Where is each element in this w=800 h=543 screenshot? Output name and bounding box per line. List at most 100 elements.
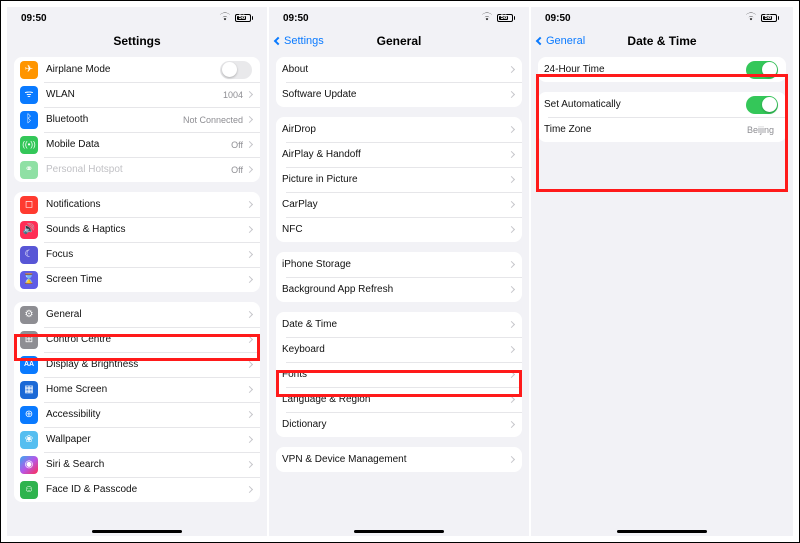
nav-header: Settings General [269,29,529,53]
back-label: Settings [284,35,324,47]
display-icon: AA [20,356,38,374]
back-label: General [546,35,585,47]
row-storage[interactable]: iPhone Storage [276,252,522,277]
row-airplay[interactable]: AirPlay & Handoff [276,142,522,167]
row-pip[interactable]: Picture in Picture [276,167,522,192]
controlcentre-icon: ⊞ [20,331,38,349]
chevron-right-icon [509,124,514,135]
row-keyboard[interactable]: Keyboard [276,337,522,362]
timezone-detail: Beijing [747,125,774,135]
back-button[interactable]: General [537,29,585,53]
row-nfc[interactable]: NFC [276,217,522,242]
page-title: General [377,34,422,48]
row-accessibility[interactable]: ⊕ Accessibility [14,402,260,427]
wifi-status-icon [481,12,493,24]
general-group-about: About Software Update [276,57,522,107]
airplane-switch[interactable] [220,61,252,79]
chevron-right-icon [247,224,252,235]
bluetooth-detail: Not Connected [183,115,243,125]
row-airplane-mode[interactable]: ✈ Airplane Mode [14,57,260,82]
accessibility-icon: ⊕ [20,406,38,424]
chevron-right-icon [509,454,514,465]
faceid-icon: ☺ [20,481,38,499]
row-bluetooth[interactable]: ᛒ Bluetooth Not Connected [14,107,260,132]
home-indicator[interactable] [92,530,182,533]
sounds-icon: 🔊 [20,221,38,239]
mobiledata-icon: ((•)) [20,136,38,154]
phone-screen-settings: 09:50 58 Settings ✈ Airplane Mode [7,7,269,536]
switch-24hour[interactable] [746,61,778,79]
status-bar: 09:50 58 [531,7,793,29]
row-display[interactable]: AA Display & Brightness [14,352,260,377]
general-content[interactable]: About Software Update AirDrop AirPlay & … [269,53,529,536]
row-about[interactable]: About [276,57,522,82]
chevron-right-icon [247,309,252,320]
row-wlan[interactable]: ᯤ WLAN 1004 [14,82,260,107]
nav-header: General Date & Time [531,29,793,53]
page-title: Date & Time [627,34,696,48]
datetime-group-auto: Set Automatically Time Zone Beijing [538,92,786,142]
chevron-right-icon [247,409,252,420]
wifi-status-icon [219,12,231,24]
row-home-screen[interactable]: ▦ Home Screen [14,377,260,402]
wifi-status-icon [745,12,757,24]
row-general[interactable]: ⚙ General [14,302,260,327]
datetime-group-24h: 24-Hour Time [538,57,786,82]
home-indicator[interactable] [354,530,444,533]
row-airdrop[interactable]: AirDrop [276,117,522,142]
nav-header: Settings [7,29,267,53]
row-sounds[interactable]: 🔊 Sounds & Haptics [14,217,260,242]
chevron-right-icon [247,249,252,260]
row-siri[interactable]: ◉ Siri & Search [14,452,260,477]
chevron-right-icon [247,114,252,125]
mobiledata-detail: Off [231,140,243,150]
screentime-icon: ⌛ [20,271,38,289]
datetime-content[interactable]: 24-Hour Time Set Automatically Time Zone… [531,53,793,536]
phone-screen-general: 09:50 58 Settings General About Software… [269,7,531,536]
row-wallpaper[interactable]: ❀ Wallpaper [14,427,260,452]
general-group-storage: iPhone Storage Background App Refresh [276,252,522,302]
row-set-automatically[interactable]: Set Automatically [538,92,786,117]
battery-status-icon: 58 [235,14,254,22]
chevron-right-icon [247,334,252,345]
row-language[interactable]: Language & Region [276,387,522,412]
settings-group-notify: ◻ Notifications 🔊 Sounds & Haptics ☾ Foc… [14,192,260,292]
switch-set-automatically[interactable] [746,96,778,114]
general-group-vpn: VPN & Device Management [276,447,522,472]
settings-group-connectivity: ✈ Airplane Mode ᯤ WLAN 1004 ᛒ Bluetooth … [14,57,260,182]
row-faceid[interactable]: ☺ Face ID & Passcode [14,477,260,502]
row-personal-hotspot: ⚭ Personal Hotspot Off [14,157,260,182]
status-time: 09:50 [545,13,571,24]
back-button[interactable]: Settings [275,29,324,53]
notifications-icon: ◻ [20,196,38,214]
row-screentime[interactable]: ⌛ Screen Time [14,267,260,292]
row-control-centre[interactable]: ⊞ Control Centre [14,327,260,352]
row-background-refresh[interactable]: Background App Refresh [276,277,522,302]
row-notifications[interactable]: ◻ Notifications [14,192,260,217]
row-fonts[interactable]: Fonts [276,362,522,387]
home-indicator[interactable] [617,530,707,533]
battery-status-icon: 58 [497,14,516,22]
settings-content[interactable]: ✈ Airplane Mode ᯤ WLAN 1004 ᛒ Bluetooth … [7,53,267,536]
row-dictionary[interactable]: Dictionary [276,412,522,437]
row-timezone[interactable]: Time Zone Beijing [538,117,786,142]
bluetooth-icon: ᛒ [20,111,38,129]
wifi-icon: ᯤ [20,86,38,104]
chevron-right-icon [509,284,514,295]
homescreen-icon: ▦ [20,381,38,399]
row-mobile-data[interactable]: ((•)) Mobile Data Off [14,132,260,157]
row-vpn[interactable]: VPN & Device Management [276,447,522,472]
row-date-time[interactable]: Date & Time [276,312,522,337]
focus-icon: ☾ [20,246,38,264]
phone-screen-date-time: 09:50 58 General Date & Time 24-Hour Tim… [531,7,793,536]
settings-group-general: ⚙ General ⊞ Control Centre AA Display & … [14,302,260,502]
row-24hour[interactable]: 24-Hour Time [538,57,786,82]
chevron-right-icon [247,139,252,150]
airplane-icon: ✈ [20,61,38,79]
battery-status-icon: 58 [761,14,780,22]
row-software-update[interactable]: Software Update [276,82,522,107]
row-focus[interactable]: ☾ Focus [14,242,260,267]
row-carplay[interactable]: CarPlay [276,192,522,217]
chevron-right-icon [509,344,514,355]
chevron-right-icon [247,359,252,370]
